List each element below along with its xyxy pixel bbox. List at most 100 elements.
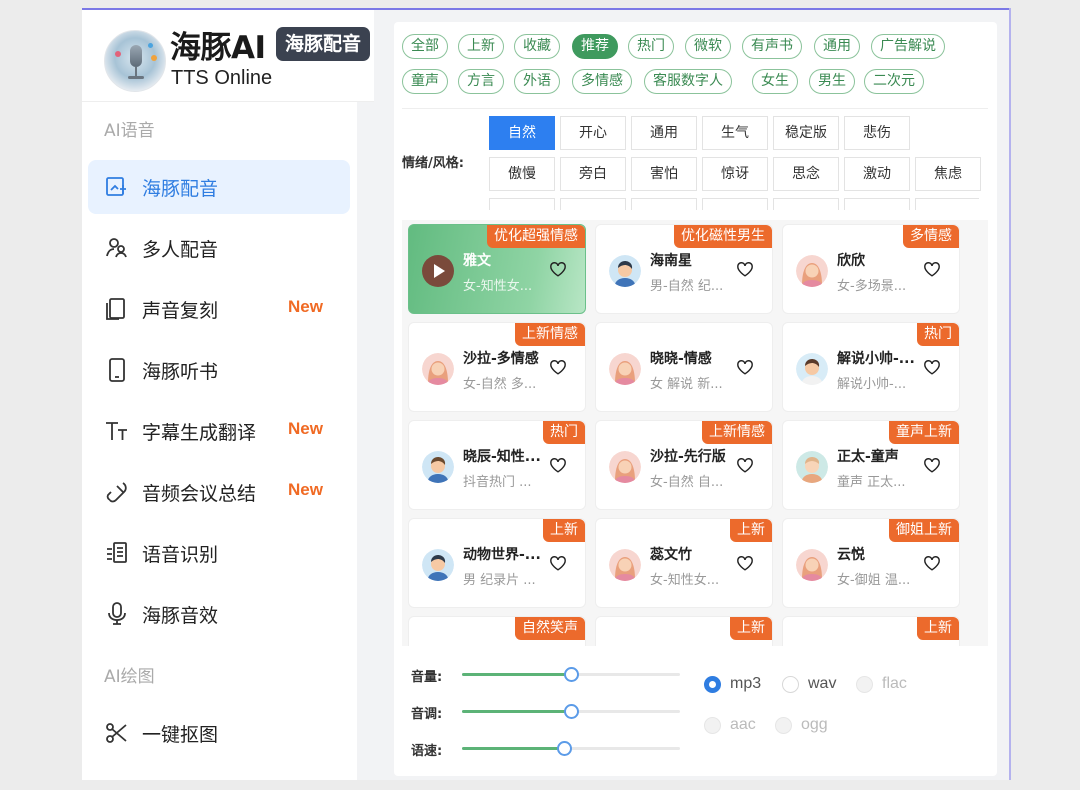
- heart-icon[interactable]: [736, 457, 754, 474]
- heart-icon[interactable]: [549, 555, 567, 572]
- format-wav-radio[interactable]: wav: [782, 675, 836, 693]
- pitch-fill: [462, 710, 571, 713]
- voice-card[interactable]: 热门 解说小帅-... 解说小帅-...: [782, 322, 960, 412]
- format-label: ogg: [801, 716, 828, 733]
- tag-recommended[interactable]: 推荐: [572, 34, 618, 59]
- voice-card[interactable]: 上新 动物世界-... 男 纪录片 ...: [408, 518, 586, 608]
- heart-icon[interactable]: [736, 359, 754, 376]
- voice-card[interactable]: 上新 蕊文竹 女-知性女...: [595, 518, 773, 608]
- tag-dialect[interactable]: 方言: [458, 69, 504, 94]
- tag-microsoft[interactable]: 微软: [685, 34, 731, 59]
- volume-slider[interactable]: [462, 667, 680, 682]
- voice-card[interactable]: 优化磁性男生 海南星 男-自然 纪...: [595, 224, 773, 314]
- play-icon[interactable]: [422, 255, 454, 287]
- voice-card[interactable]: 热门 晓辰-知性... 抖音热门 ...: [408, 420, 586, 510]
- tag-anime[interactable]: 二次元: [864, 69, 924, 94]
- voice-card[interactable]: 自然笑声: [408, 616, 586, 646]
- tag-multi-emotion[interactable]: 多情感: [572, 69, 632, 94]
- style-fear[interactable]: 害怕: [631, 157, 697, 191]
- heart-icon[interactable]: [923, 457, 941, 474]
- sidebar-item-voice-clone[interactable]: 声音复刻 New: [88, 282, 350, 336]
- voice-card[interactable]: 御姐上新 云悦 女-御姐 温...: [782, 518, 960, 608]
- heart-icon[interactable]: [549, 457, 567, 474]
- male-avatar-icon: [422, 549, 454, 581]
- voice-name: 蕊文竹: [650, 547, 692, 563]
- voice-badge: 上新: [730, 617, 772, 640]
- tag-male[interactable]: 男生: [809, 69, 855, 94]
- sidebar-item-audiobook[interactable]: 海豚听书: [88, 343, 350, 397]
- tag-all[interactable]: 全部: [402, 34, 448, 59]
- style-anxious[interactable]: 焦虑: [915, 157, 981, 191]
- heart-icon[interactable]: [923, 359, 941, 376]
- tag-ad-narration[interactable]: 广告解说: [871, 34, 945, 59]
- style-stable[interactable]: 稳定版: [773, 116, 839, 150]
- sidebar-item-dolphin-dubbing[interactable]: 海豚配音: [88, 160, 350, 214]
- voice-card[interactable]: 晓晓-情感 女 解说 新...: [595, 322, 773, 412]
- sidebar-item-sound-effects[interactable]: 海豚音效: [88, 587, 350, 641]
- voice-card[interactable]: 上新: [782, 616, 960, 646]
- style-sad[interactable]: 悲伤: [844, 116, 910, 150]
- style-surprise[interactable]: 惊讶: [702, 157, 768, 191]
- volume-fill: [462, 673, 571, 676]
- speed-thumb[interactable]: [557, 741, 573, 756]
- volume-thumb[interactable]: [564, 667, 579, 682]
- sidebar-item-cutout[interactable]: 一键抠图: [88, 706, 350, 760]
- style-excited[interactable]: 激动: [844, 157, 910, 191]
- voice-badge: 优化磁性男生: [674, 225, 772, 248]
- microphone-icon: [108, 602, 126, 625]
- heart-icon[interactable]: [549, 359, 567, 376]
- sidebar-item-meeting-summary[interactable]: 音频会议总结 New: [88, 465, 350, 519]
- tag-new[interactable]: 上新: [458, 34, 504, 59]
- style-arrogant[interactable]: 傲慢: [489, 157, 555, 191]
- voice-card[interactable]: 上新情感 沙拉-先行版 女-自然 自...: [595, 420, 773, 510]
- voice-card[interactable]: 优化超强情感 雅文 女-知性女...: [408, 224, 586, 314]
- voice-name: 晓晓-情感: [650, 351, 712, 367]
- heart-icon[interactable]: [549, 261, 567, 278]
- voice-badge: 热门: [543, 421, 585, 444]
- sidebar-item-label: 海豚音效: [142, 605, 219, 627]
- speed-label: 语速:: [411, 744, 443, 759]
- multi-user-icon: [106, 238, 127, 258]
- tag-digital-human[interactable]: 客服数字人: [644, 69, 732, 94]
- voice-card[interactable]: 多情感 欣欣 女-多场景...: [782, 224, 960, 314]
- heart-icon[interactable]: [736, 261, 754, 278]
- sidebar-item-multi-dubbing[interactable]: 多人配音: [88, 221, 350, 275]
- style-narration[interactable]: 旁白: [560, 157, 626, 191]
- voice-badge: 热门: [917, 323, 959, 346]
- pitch-slider[interactable]: [462, 704, 680, 719]
- style-general[interactable]: 通用: [631, 116, 697, 150]
- voice-card[interactable]: 上新情感 沙拉-多情感 女-自然 多...: [408, 322, 586, 412]
- style-angry[interactable]: 生气: [702, 116, 768, 150]
- voice-card[interactable]: 童声上新 正太-童声 童声 正太...: [782, 420, 960, 510]
- voice-desc: 女-知性女...: [650, 573, 720, 588]
- tag-foreign[interactable]: 外语: [514, 69, 560, 94]
- tag-hot[interactable]: 热门: [628, 34, 674, 59]
- heart-icon[interactable]: [923, 555, 941, 572]
- heart-icon[interactable]: [736, 555, 754, 572]
- tag-children[interactable]: 童声: [402, 69, 448, 94]
- female-avatar-icon: [609, 353, 641, 385]
- sidebar-item-label: 多人配音: [142, 239, 219, 261]
- sidebar-item-subtitle[interactable]: 字幕生成翻译 New: [88, 404, 350, 458]
- sidebar: 海豚AI 海豚配音 TTS Online AI语音 海豚配音 多人配音 声音复刻…: [82, 10, 374, 780]
- brand-badge: 海豚配音: [276, 27, 371, 61]
- voice-name: 沙拉-先行版: [650, 449, 726, 465]
- tag-female[interactable]: 女生: [752, 69, 798, 94]
- tag-favorites[interactable]: 收藏: [514, 34, 560, 59]
- main-panel: 全部 上新 收藏 推荐 热门 微软 有声书 通用 广告解说 童声 方言 外语 多…: [394, 22, 997, 776]
- pitch-label: 音调:: [411, 707, 443, 722]
- style-natural[interactable]: 自然: [489, 116, 555, 150]
- new-badge: New: [288, 297, 323, 316]
- style-miss[interactable]: 思念: [773, 157, 839, 191]
- style-happy[interactable]: 开心: [560, 116, 626, 150]
- tag-audiobook[interactable]: 有声书: [742, 34, 802, 59]
- pitch-thumb[interactable]: [564, 704, 579, 719]
- voice-name: 云悦: [837, 547, 865, 563]
- speed-slider[interactable]: [462, 741, 680, 756]
- tag-general[interactable]: 通用: [814, 34, 860, 59]
- female-avatar-icon: [422, 353, 454, 385]
- sidebar-item-speech-recognition[interactable]: 语音识别: [88, 526, 350, 580]
- format-mp3-radio[interactable]: mp3: [704, 675, 761, 693]
- voice-card[interactable]: 上新: [595, 616, 773, 646]
- heart-icon[interactable]: [923, 261, 941, 278]
